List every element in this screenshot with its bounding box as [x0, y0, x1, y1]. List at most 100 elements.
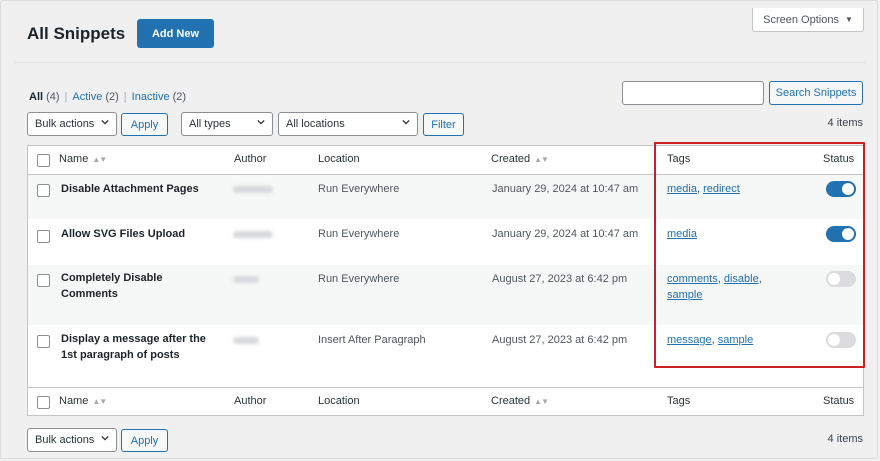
snippet-title-line: Comments	[61, 288, 118, 300]
column-footer-tags: Tags	[667, 395, 691, 407]
chevron-down-icon	[101, 119, 109, 125]
tag-link[interactable]: redirect	[703, 183, 740, 195]
row-checkbox[interactable]	[37, 184, 50, 197]
snippet-title-line: 1st paragraph of posts	[61, 349, 180, 361]
type-filter-select[interactable]: All types	[181, 112, 273, 136]
toggle-knob	[828, 334, 840, 346]
author-blurred	[233, 231, 273, 238]
toggle-knob	[842, 228, 854, 240]
items-count-top: 4 items	[827, 117, 863, 129]
tags-cell: message, sample	[667, 334, 754, 346]
column-header-name[interactable]: Name ▲▼	[59, 153, 107, 165]
created-cell: August 27, 2023 at 6:42 pm	[492, 273, 628, 285]
column-header-tags: Tags	[667, 153, 691, 165]
tag-link[interactable]: sample	[718, 334, 753, 346]
column-name-label: Name	[59, 153, 89, 165]
select-all-checkbox-bottom[interactable]	[37, 396, 50, 409]
tags-cell: media	[667, 226, 787, 242]
sort-arrows-icon: ▲▼	[534, 397, 549, 406]
page-title: All Snippets	[27, 24, 126, 43]
search-input[interactable]	[622, 81, 764, 105]
filter-inactive-count: (2)	[172, 91, 187, 103]
filter-button[interactable]: Filter	[423, 113, 464, 136]
snippets-table: Name ▲▼ Author Location Created ▲▼ Tags St…	[27, 145, 864, 416]
tag-link[interactable]: sample	[667, 289, 702, 301]
tag-link[interactable]: disable	[724, 273, 759, 285]
bulk-actions-select-bottom[interactable]: Bulk actions	[27, 428, 117, 452]
row-checkbox[interactable]	[37, 274, 50, 287]
snippet-title-link[interactable]: Allow SVG Files Upload	[61, 226, 223, 242]
add-new-button[interactable]: Add New	[137, 19, 214, 48]
toggle-knob	[828, 273, 840, 285]
filter-all-link[interactable]: All	[29, 91, 43, 103]
items-count-bottom: 4 items	[827, 433, 863, 445]
created-cell: August 27, 2023 at 6:42 pm	[492, 334, 628, 346]
status-filter-links: All (4) | Active (2) | Inactive (2)	[29, 91, 186, 103]
column-created-label: Created	[491, 395, 531, 407]
apply-button-bottom[interactable]: Apply	[121, 429, 168, 452]
bulk-actions-value: Bulk actions	[35, 434, 95, 446]
table-header-row: Name ▲▼ Author Location Created ▲▼ Tags St…	[28, 146, 863, 175]
created-cell: January 29, 2024 at 10:47 am	[492, 183, 639, 195]
caret-down-icon: ▼	[844, 15, 853, 24]
location-cell: Run Everywhere	[318, 273, 400, 285]
filter-separator: |	[123, 91, 127, 103]
column-footer-name[interactable]: Name ▲▼	[59, 395, 107, 407]
tags-cell: comments, disable, sample	[667, 273, 762, 301]
table-row: Display a message after the 1st paragrap…	[28, 325, 863, 387]
table-footer-row: Name ▲▼ Author Location Created ▲▼ Tags St…	[28, 387, 863, 416]
filter-active-count: (2)	[105, 91, 119, 103]
snippet-title-line: Completely Disable	[61, 272, 163, 284]
screen-options-label: Screen Options	[763, 13, 839, 26]
column-header-location: Location	[318, 153, 360, 165]
toggle-knob	[842, 183, 854, 195]
created-cell: January 29, 2024 at 10:47 am	[492, 228, 639, 240]
filter-all-count: (4)	[46, 91, 60, 103]
tags-cell: media, redirect	[667, 183, 740, 195]
search-snippets-button[interactable]: Search Snippets	[769, 81, 863, 105]
author-blurred	[233, 276, 259, 283]
status-toggle-on[interactable]	[826, 226, 856, 242]
snippet-title-link[interactable]: Completely Disable Comments	[61, 270, 223, 302]
sort-arrows-icon: ▲▼	[92, 155, 107, 164]
status-toggle-off[interactable]	[826, 271, 856, 287]
author-blurred	[233, 186, 273, 193]
author-blurred	[233, 337, 259, 344]
table-row: Completely Disable Comments Run Everywhe…	[28, 265, 863, 325]
tag-link[interactable]: media	[667, 228, 697, 240]
chevron-down-icon	[257, 119, 265, 125]
column-footer-created[interactable]: Created ▲▼	[491, 395, 549, 407]
bulk-actions-select-top[interactable]: Bulk actions	[27, 112, 117, 136]
column-footer-author: Author	[234, 395, 267, 407]
table-row: Disable Attachment Pages Run Everywhere …	[28, 175, 863, 219]
chevron-down-icon	[402, 119, 410, 125]
filter-inactive-link[interactable]: Inactive	[132, 91, 170, 103]
snippet-title-link[interactable]: Display a message after the 1st paragrap…	[61, 331, 223, 363]
table-row: Allow SVG Files Upload Run Everywhere Ja…	[28, 219, 863, 265]
column-header-created[interactable]: Created ▲▼	[491, 153, 549, 165]
sort-arrows-icon: ▲▼	[534, 155, 549, 164]
tag-link[interactable]: comments	[667, 273, 718, 285]
bulk-actions-value: Bulk actions	[35, 118, 95, 130]
filter-active-link[interactable]: Active	[72, 91, 102, 103]
location-cell: Insert After Paragraph	[318, 334, 426, 346]
header-divider	[14, 62, 866, 63]
snippet-title-link[interactable]: Disable Attachment Pages	[61, 181, 223, 197]
tag-link[interactable]: media	[667, 183, 697, 195]
filter-separator: |	[64, 91, 68, 103]
apply-button-top[interactable]: Apply	[121, 113, 168, 136]
select-all-checkbox[interactable]	[37, 154, 50, 167]
column-header-author: Author	[234, 153, 267, 165]
screen-options-button[interactable]: Screen Options ▼	[752, 8, 864, 32]
row-checkbox[interactable]	[37, 335, 50, 348]
chevron-down-icon	[101, 435, 109, 441]
status-toggle-on[interactable]	[826, 181, 856, 197]
tag-link[interactable]: message	[667, 334, 712, 346]
snippet-title-line: Display a message after the	[61, 333, 206, 345]
column-name-label: Name	[59, 395, 89, 407]
location-filter-select[interactable]: All locations	[278, 112, 418, 136]
row-checkbox[interactable]	[37, 230, 50, 243]
column-created-label: Created	[491, 153, 531, 165]
location-cell: Run Everywhere	[318, 183, 400, 195]
status-toggle-off[interactable]	[826, 332, 856, 348]
